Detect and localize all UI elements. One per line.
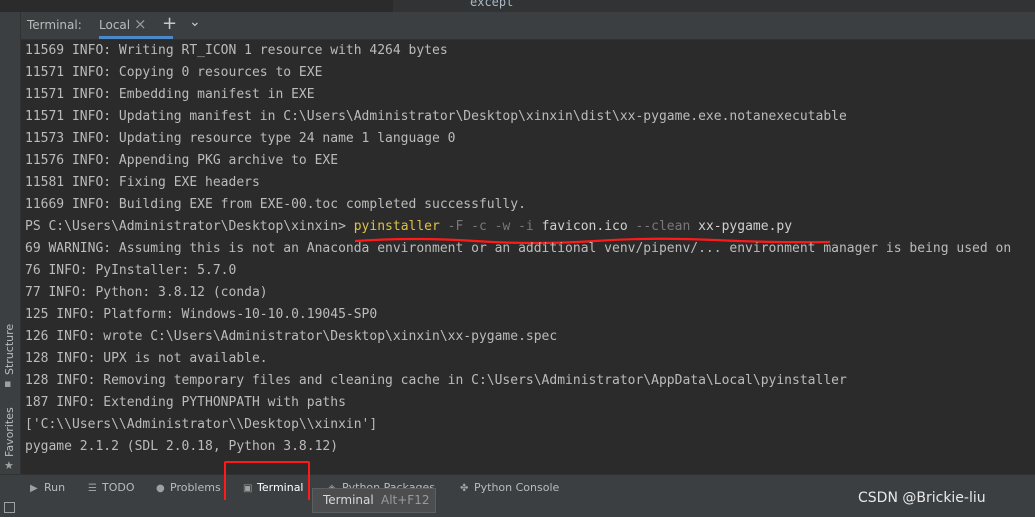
toggle-tool-windows-icon[interactable] — [4, 502, 15, 513]
terminal-line: 11571 INFO: Copying 0 resources to EXE — [25, 65, 323, 80]
terminal-line: 125 INFO: Platform: Windows-10-10.0.1904… — [25, 307, 378, 322]
run-tab-label: Run — [44, 481, 66, 494]
new-session-button[interactable]: + — [162, 13, 177, 34]
todo-tab-label: TODO — [102, 481, 135, 494]
terminal-output[interactable]: 11569 INFO: Writing RT_ICON 1 resource w… — [21, 40, 1035, 474]
run-tool-tab[interactable]: ▶ Run — [30, 481, 65, 494]
terminal-line: 77 INFO: Python: 3.8.12 (conda) — [25, 285, 268, 300]
favorites-tool-tab[interactable]: Favorites ★ — [0, 397, 20, 477]
terminal-tooltip: Terminal Alt+F12 — [312, 488, 436, 513]
chevron-down-icon[interactable]: ⌄ — [189, 14, 201, 30]
terminal-line: 69 WARNING: Assuming this is not an Anac… — [25, 241, 1012, 256]
terminal-line: 11571 INFO: Embedding manifest in EXE — [25, 87, 315, 102]
terminal-line: 11576 INFO: Appending PKG archive to EXE — [25, 153, 339, 168]
command-clean-flag: --clean — [627, 219, 699, 234]
terminal-line: 11669 INFO: Building EXE from EXE-00.toc… — [25, 197, 526, 212]
terminal-line: 11571 INFO: Updating manifest in C:\User… — [25, 109, 847, 124]
command-icon-arg: favicon.ico — [541, 219, 628, 234]
structure-icon: ▪ — [4, 377, 12, 390]
run-icon: ▶ — [30, 483, 38, 494]
terminal-line: 126 INFO: wrote C:\Users\Administrator\D… — [25, 329, 558, 344]
structure-tab-label: Structure — [3, 323, 16, 375]
close-icon[interactable]: × — [134, 15, 147, 33]
terminal-title: Terminal: — [27, 18, 82, 32]
tab-local-label: Local — [99, 18, 131, 32]
watermark: CSDN @Brickie-liu — [858, 490, 986, 506]
todo-icon: ☰ — [88, 483, 97, 494]
terminal-line: 76 INFO: PyInstaller: 5.7.0 — [25, 263, 237, 278]
terminal-header: Terminal: Local × + ⌄ — [21, 12, 1035, 40]
problems-tool-tab[interactable]: ● Problems — [156, 481, 221, 494]
tooltip-shortcut: Alt+F12 — [381, 493, 430, 507]
python-console-tab-label: Python Console — [474, 481, 560, 494]
terminal-line: 128 INFO: Removing temporary files and c… — [25, 373, 847, 388]
terminal-line: 11573 INFO: Updating resource type 24 na… — [25, 131, 456, 146]
terminal-line: 11581 INFO: Fixing EXE headers — [25, 175, 260, 190]
command-name: pyinstaller — [353, 219, 440, 234]
terminal-line: ['C:\\Users\\Administrator\\Desktop\\xin… — [25, 417, 378, 432]
left-tool-strip: Structure ▪ Favorites ★ — [0, 12, 21, 474]
tooltip-label: Terminal — [323, 493, 374, 507]
star-icon: ★ — [4, 459, 14, 472]
terminal-line: 11569 INFO: Writing RT_ICON 1 resource w… — [25, 43, 448, 58]
prompt-path: PS C:\Users\Administrator\Desktop\xinxin… — [25, 219, 354, 234]
terminal-line: 128 INFO: UPX is not available. — [25, 351, 268, 366]
todo-tool-tab[interactable]: ☰ TODO — [88, 481, 135, 494]
problems-icon: ● — [156, 483, 165, 494]
problems-tab-label: Problems — [170, 481, 221, 494]
terminal-line: pygame 2.1.2 (SDL 2.0.18, Python 3.8.12) — [25, 439, 339, 454]
command-script-arg: xx-pygame.py — [698, 219, 793, 234]
favorites-tab-label: Favorites — [3, 407, 16, 457]
editor-code-fragment: except — [470, 0, 514, 9]
command-flags: -F -c -w -i — [439, 219, 542, 234]
terminal-line: 187 INFO: Extending PYTHONPATH with path… — [25, 395, 346, 410]
python-console-icon: ✤ — [460, 483, 469, 494]
editor-area-strip: except — [0, 0, 1035, 12]
structure-tool-tab[interactable]: Structure ▪ — [0, 305, 20, 390]
python-console-tool-tab[interactable]: ✤ Python Console — [460, 481, 559, 494]
